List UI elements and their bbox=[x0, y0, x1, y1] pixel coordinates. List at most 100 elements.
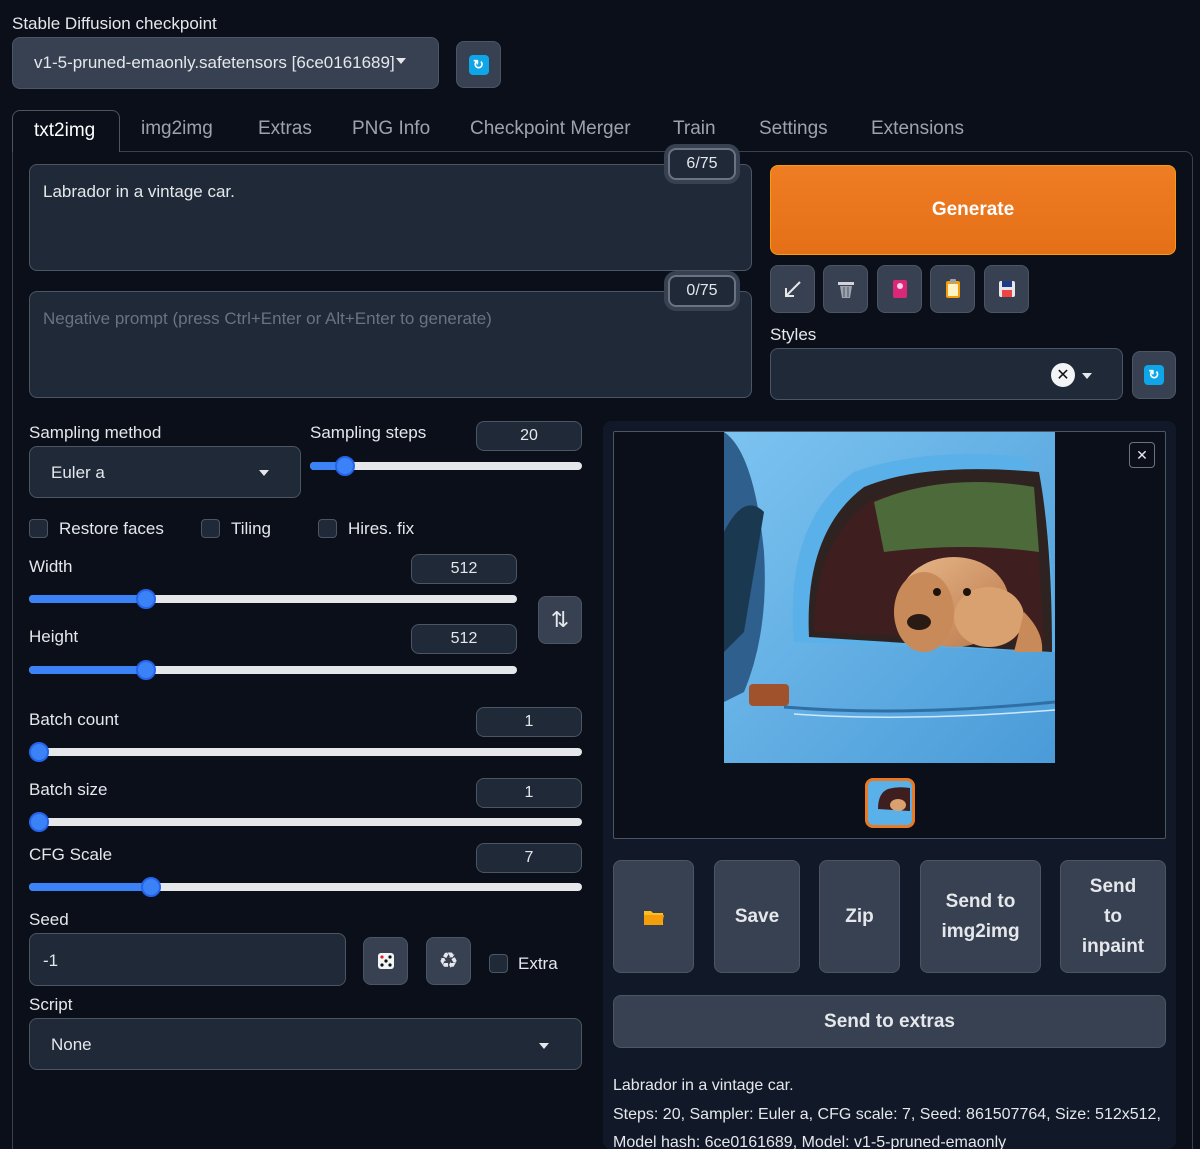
open-folder-button[interactable] bbox=[613, 860, 694, 973]
batch-size-slider[interactable] bbox=[29, 812, 582, 832]
width-slider[interactable] bbox=[29, 589, 517, 609]
tab-txt2img-label: txt2img bbox=[34, 120, 96, 141]
slider-knob[interactable] bbox=[136, 589, 157, 609]
random-seed-button[interactable] bbox=[363, 937, 408, 985]
save-button[interactable]: Save bbox=[714, 860, 800, 973]
negative-prompt-placeholder: Negative prompt (press Ctrl+Enter or Alt… bbox=[43, 309, 492, 328]
restore-faces-checkbox[interactable] bbox=[29, 519, 48, 538]
refresh-icon: ↻ bbox=[1144, 365, 1164, 385]
tab-settings[interactable]: Settings bbox=[759, 118, 828, 140]
checkpoint-value: v1-5-pruned-emaonly.safetensors [6ce0161… bbox=[34, 53, 395, 72]
send-to-img2img-button[interactable]: Send to img2img bbox=[920, 860, 1041, 973]
refresh-styles-button[interactable]: ↻ bbox=[1132, 351, 1176, 399]
slider-knob[interactable] bbox=[136, 660, 157, 680]
sampling-steps-input[interactable]: 20 bbox=[476, 421, 582, 451]
sampling-method-value: Euler a bbox=[51, 463, 105, 482]
slider-knob[interactable] bbox=[29, 742, 49, 762]
tab-img2img[interactable]: img2img bbox=[141, 118, 213, 140]
tab-train[interactable]: Train bbox=[673, 118, 716, 140]
tab-extensions[interactable]: Extensions bbox=[871, 118, 964, 140]
dice-icon bbox=[377, 953, 394, 969]
extra-seed-label: Extra bbox=[518, 954, 558, 973]
styles-dropdown[interactable]: ✕ bbox=[770, 348, 1123, 400]
extra-seed-checkbox[interactable] bbox=[489, 954, 508, 973]
hires-fix-label: Hires. fix bbox=[348, 519, 415, 538]
send-to-img2img-label-2: img2img bbox=[941, 920, 1020, 942]
generated-image[interactable] bbox=[724, 432, 1055, 763]
seed-label: Seed bbox=[29, 910, 69, 929]
hires-fix-checkbox[interactable] bbox=[318, 519, 337, 538]
batch-count-label: Batch count bbox=[29, 710, 119, 729]
clear-styles-icon[interactable]: ✕ bbox=[1051, 363, 1075, 387]
send-to-extras-button[interactable]: Send to extras bbox=[613, 995, 1166, 1048]
send-to-inpaint-label-3: inpaint bbox=[1081, 935, 1145, 957]
sampling-steps-slider[interactable] bbox=[310, 456, 582, 476]
floppy-disk-icon bbox=[998, 281, 1015, 297]
slider-fill bbox=[29, 666, 147, 674]
styles-label: Styles bbox=[770, 325, 817, 344]
chevron-down-icon bbox=[1082, 373, 1092, 379]
batch-size-label: Batch size bbox=[29, 780, 108, 799]
recycle-icon: ♻ bbox=[438, 948, 459, 973]
script-dropdown[interactable]: None bbox=[29, 1018, 582, 1070]
info-prompt: Labrador in a vintage car. bbox=[613, 1077, 794, 1094]
labrador-car-image bbox=[724, 432, 1055, 763]
reuse-seed-button[interactable]: ♻ bbox=[426, 937, 471, 985]
close-gallery-icon[interactable]: ✕ bbox=[1129, 442, 1155, 468]
arrow-down-left-icon bbox=[784, 281, 801, 297]
prompt-text: Labrador in a vintage car. bbox=[43, 182, 235, 201]
width-input[interactable]: 512 bbox=[411, 554, 517, 584]
script-value: None bbox=[51, 1035, 92, 1054]
trash-icon bbox=[837, 282, 854, 298]
save-style-button[interactable] bbox=[984, 265, 1029, 313]
sampling-method-dropdown[interactable]: Euler a bbox=[29, 446, 301, 498]
swap-dimensions-button[interactable]: ⇅ bbox=[538, 596, 582, 644]
apply-style-button[interactable] bbox=[930, 265, 975, 313]
swap-arrows-icon: ⇅ bbox=[550, 607, 570, 632]
tab-png-info[interactable]: PNG Info bbox=[352, 118, 430, 140]
negative-prompt-textarea[interactable]: Negative prompt (press Ctrl+Enter or Alt… bbox=[29, 291, 752, 398]
slider-fill bbox=[29, 595, 147, 603]
restore-faces-label: Restore faces bbox=[59, 519, 164, 538]
tab-checkpoint-merger[interactable]: Checkpoint Merger bbox=[470, 118, 631, 140]
height-label: Height bbox=[29, 627, 79, 646]
batch-count-slider[interactable] bbox=[29, 742, 582, 762]
tab-txt2img[interactable]: txt2img bbox=[12, 110, 120, 152]
clear-prompt-button[interactable] bbox=[823, 265, 868, 313]
chevron-down-icon bbox=[396, 58, 406, 64]
clipboard-icon bbox=[945, 279, 960, 298]
chevron-down-icon bbox=[539, 1043, 549, 1049]
refresh-checkpoint-button[interactable]: ↻ bbox=[456, 41, 501, 88]
generate-button[interactable]: Generate bbox=[770, 165, 1176, 255]
prompt-textarea[interactable]: Labrador in a vintage car. bbox=[29, 164, 752, 271]
batch-size-input[interactable]: 1 bbox=[476, 778, 582, 808]
prompt-token-counter: 6/75 bbox=[668, 148, 736, 180]
checkpoint-dropdown[interactable]: v1-5-pruned-emaonly.safetensors [6ce0161… bbox=[12, 37, 439, 89]
folder-icon bbox=[643, 910, 664, 925]
batch-count-input[interactable]: 1 bbox=[476, 707, 582, 737]
height-slider[interactable] bbox=[29, 660, 517, 680]
info-model: Model hash: 6ce0161689, Model: v1-5-prun… bbox=[613, 1134, 1007, 1149]
chevron-down-icon bbox=[259, 470, 269, 476]
height-input[interactable]: 512 bbox=[411, 624, 517, 654]
extra-networks-button[interactable] bbox=[877, 265, 922, 313]
checkpoint-label: Stable Diffusion checkpoint bbox=[12, 14, 217, 33]
thumbnail[interactable] bbox=[865, 778, 915, 828]
send-to-inpaint-label-1: Send bbox=[1089, 875, 1137, 897]
tiling-checkbox[interactable] bbox=[201, 519, 220, 538]
send-to-inpaint-button[interactable]: Send to inpaint bbox=[1060, 860, 1166, 973]
seed-value: -1 bbox=[43, 951, 59, 970]
cfg-scale-slider[interactable] bbox=[29, 877, 582, 897]
sampling-method-label: Sampling method bbox=[29, 423, 162, 442]
read-params-button[interactable] bbox=[770, 265, 815, 313]
cfg-scale-input[interactable]: 7 bbox=[476, 843, 582, 873]
send-to-img2img-label-1: Send to bbox=[945, 890, 1016, 912]
info-params: Steps: 20, Sampler: Euler a, CFG scale: … bbox=[613, 1105, 1161, 1123]
tab-extras[interactable]: Extras bbox=[258, 118, 312, 140]
tiling-label: Tiling bbox=[231, 519, 271, 538]
cfg-scale-label: CFG Scale bbox=[29, 845, 113, 864]
slider-knob[interactable] bbox=[29, 812, 49, 832]
seed-input[interactable]: -1 bbox=[29, 933, 346, 986]
zip-button[interactable]: Zip bbox=[819, 860, 900, 973]
slider-knob[interactable] bbox=[140, 877, 161, 897]
